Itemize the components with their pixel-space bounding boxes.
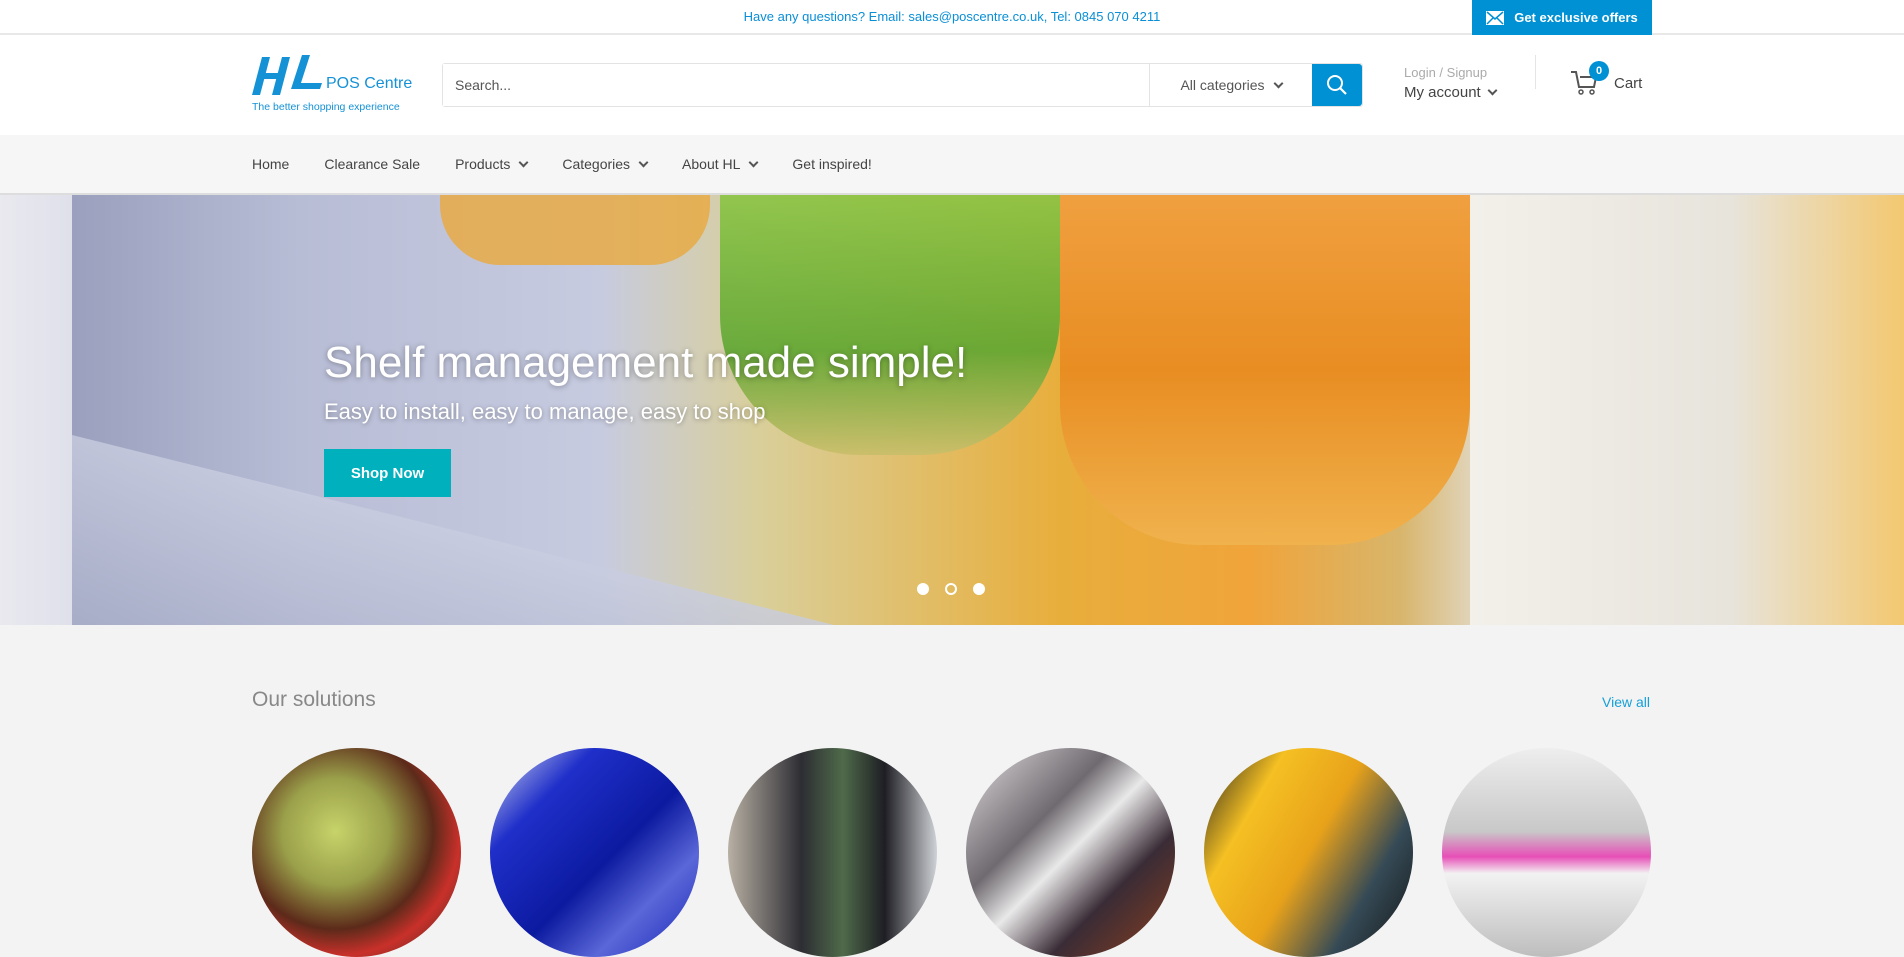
search-icon: [1327, 75, 1347, 95]
nav-home[interactable]: Home: [252, 156, 289, 172]
search-input[interactable]: [443, 64, 1149, 106]
nav-label: Home: [252, 156, 290, 172]
view-all-link[interactable]: View all: [1602, 694, 1650, 710]
nav-label: Products: [455, 156, 511, 172]
hero-image-bottle: [440, 195, 710, 265]
solution-fruit-display[interactable]: [252, 748, 461, 957]
hero-slider: Shelf management made simple! Easy to in…: [0, 195, 1904, 625]
solution-label-holders[interactable]: [966, 748, 1175, 957]
shop-now-button[interactable]: Shop Now: [324, 449, 451, 497]
account-label: My account: [1404, 84, 1481, 101]
chevron-down-icon: [638, 157, 649, 167]
mail-icon: [1486, 10, 1505, 25]
cart-label: Cart: [1614, 74, 1643, 92]
nav-label: Categories: [562, 156, 631, 172]
header: POS Centre The better shopping experienc…: [0, 35, 1904, 135]
hl-logo-icon: [252, 55, 322, 95]
chevron-down-icon: [1273, 78, 1283, 88]
chevron-down-icon: [518, 157, 529, 167]
nav-label: Clearance Sale: [324, 156, 421, 172]
solution-chiller-displays[interactable]: [1204, 748, 1413, 957]
hero-image-bottle: [1470, 195, 1904, 625]
solution-freezer-signage[interactable]: [728, 748, 937, 957]
offers-label: Get exclusive offers: [1514, 10, 1638, 25]
divider: [1535, 55, 1536, 89]
main-nav: Home Clearance Sale Products Categories …: [0, 135, 1904, 195]
hero-image-bottle: [1060, 195, 1470, 545]
cart-button[interactable]: 0 Cart: [1570, 61, 1643, 97]
solution-shelf-dividers[interactable]: [490, 748, 699, 957]
slide-dot-3[interactable]: [973, 583, 985, 595]
slide-dot-1[interactable]: [917, 583, 929, 595]
nav-categories[interactable]: Categories: [562, 156, 649, 172]
hero-title: Shelf management made simple!: [324, 338, 968, 387]
nav-products[interactable]: Products: [455, 156, 529, 172]
search-button[interactable]: [1312, 64, 1362, 106]
nav-clearance-sale[interactable]: Clearance Sale: [324, 156, 420, 172]
solution-shelf-edge-strips[interactable]: [1442, 748, 1651, 957]
login-link[interactable]: Login / Signup: [1404, 65, 1496, 80]
hero-subtitle: Easy to install, easy to manage, easy to…: [324, 399, 766, 424]
account-menu[interactable]: Login / Signup My account: [1404, 65, 1498, 101]
announcement-bar: Have any questions? Email: sales@poscent…: [0, 0, 1904, 35]
category-label: All categories: [1180, 77, 1265, 93]
chevron-down-icon: [1487, 85, 1498, 96]
search-bar: All categories: [442, 63, 1363, 107]
nav-label: Get inspired!: [792, 156, 872, 172]
nav-about-hl[interactable]: About HL: [682, 156, 759, 172]
brand-name: POS Centre: [326, 75, 413, 92]
slide-dot-2[interactable]: [945, 583, 957, 595]
logo[interactable]: POS Centre The better shopping experienc…: [252, 55, 412, 113]
tagline: The better shopping experience: [252, 101, 400, 113]
chevron-down-icon: [748, 157, 759, 167]
category-select[interactable]: All categories: [1149, 64, 1312, 106]
solutions-title: Our solutions: [252, 688, 376, 711]
nav-get-inspired[interactable]: Get inspired!: [792, 156, 871, 172]
cart-count-badge: 0: [1589, 61, 1609, 81]
nav-label: About HL: [682, 156, 741, 172]
slider-dots: [917, 583, 985, 595]
get-offers-button[interactable]: Get exclusive offers: [1472, 0, 1652, 35]
hero-image-bottle: [720, 195, 1060, 455]
